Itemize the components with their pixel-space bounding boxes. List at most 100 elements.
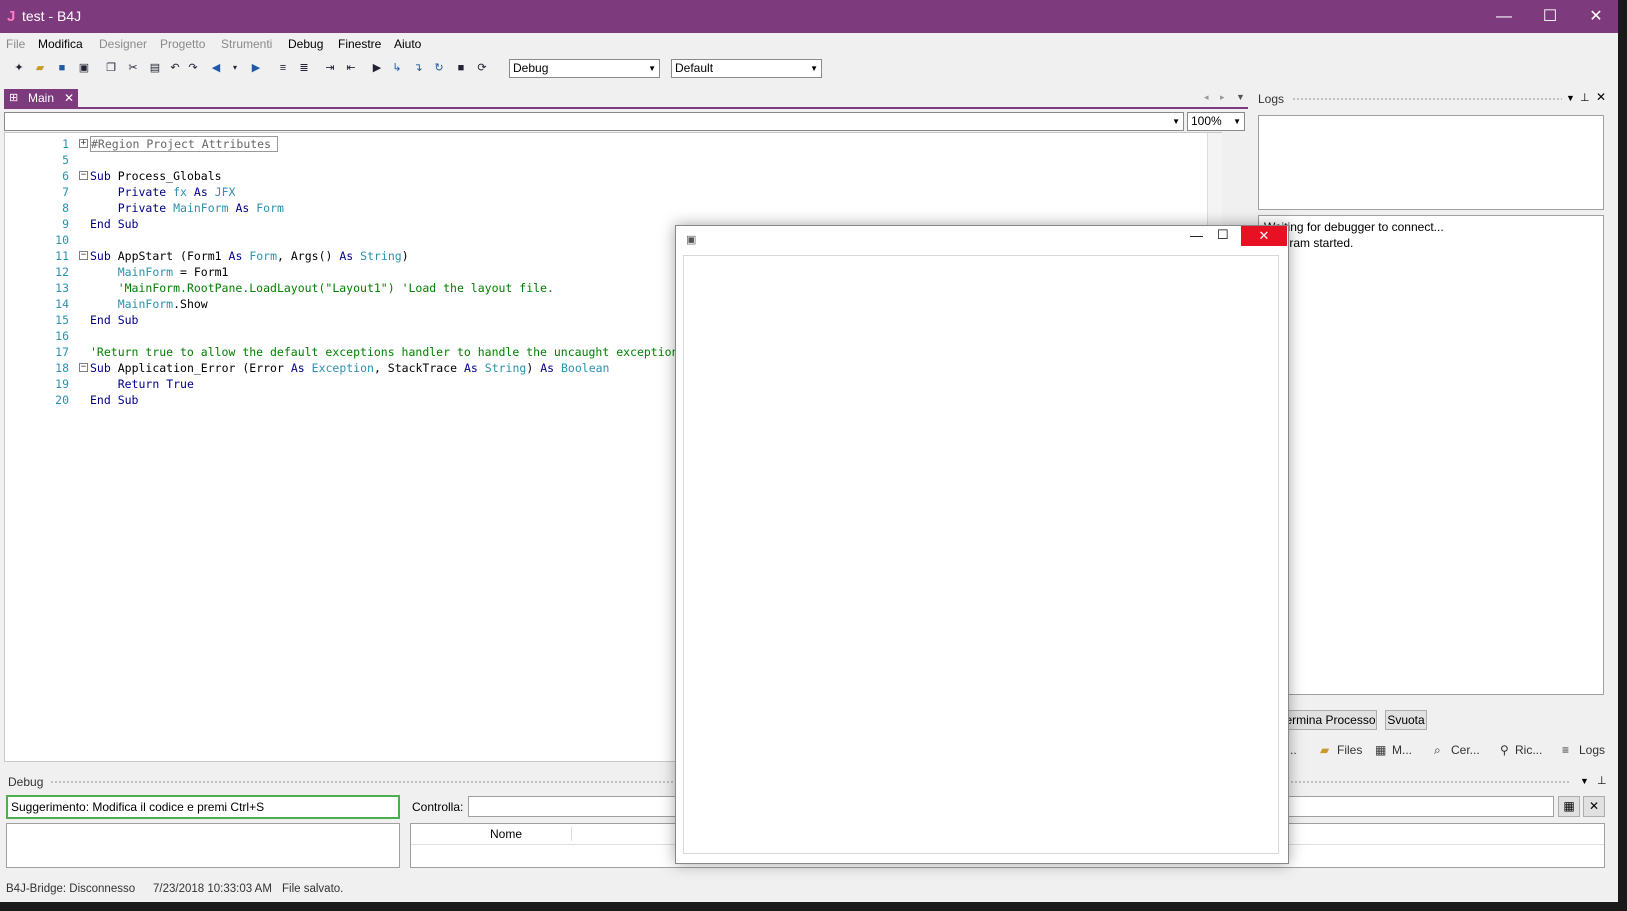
chevron-down-icon: ▼ — [648, 64, 656, 73]
navigate-back-icon[interactable]: ◀ — [209, 61, 223, 75]
tab-find[interactable]: Ric... — [1515, 743, 1542, 757]
sub-selector-select[interactable]: ▼ — [4, 112, 1184, 131]
build-config-value: Debug — [513, 61, 549, 75]
code-line: 'MainForm.RootPane.LoadLayout("Layout1")… — [117, 281, 554, 295]
status-message: File salvato. — [282, 883, 344, 895]
run-icon[interactable]: ▶ — [370, 61, 384, 75]
line-number: 8 — [62, 201, 69, 215]
form-minimize-button[interactable]: — — [1190, 228, 1203, 243]
redo-icon[interactable]: ↷ — [186, 61, 200, 75]
expand-region-icon[interactable]: + — [79, 139, 88, 148]
status-timestamp: 7/23/2018 10:33:03 AM — [153, 883, 272, 895]
chevron-down-icon: ▼ — [810, 64, 818, 73]
close-button[interactable]: ✕ — [1573, 0, 1618, 33]
tab-search[interactable]: Cer... — [1451, 743, 1480, 757]
tab-main[interactable]: ⊞ Main ✕ — [4, 89, 78, 107]
collapse-icon[interactable]: − — [79, 363, 88, 372]
collapse-icon[interactable]: − — [79, 251, 88, 260]
minimize-button[interactable]: — — [1481, 0, 1527, 33]
line-number: 18 — [55, 361, 69, 375]
restart-icon[interactable]: ⟳ — [475, 61, 489, 75]
menu-finestre[interactable]: Finestre — [338, 37, 381, 51]
code-line: Sub AppStart (Form1 As Form, Args() As S… — [90, 249, 409, 263]
debug-variables-box[interactable] — [6, 823, 400, 868]
step-in-icon[interactable]: ↳ — [390, 61, 404, 75]
clear-logs-button[interactable]: Svuota — [1385, 710, 1427, 730]
tab-list-icon[interactable]: ▼ — [1236, 92, 1245, 102]
tab-scroll-left-icon[interactable]: ◂ — [1204, 92, 1209, 103]
tab-libraries[interactable]: M... — [1392, 743, 1412, 757]
logs-filter-box[interactable] — [1258, 115, 1604, 210]
platform-select[interactable]: Default ▼ — [671, 59, 822, 78]
line-number: 1 — [62, 137, 69, 151]
line-number: 12 — [55, 265, 69, 279]
tab-logs[interactable]: Logs — [1579, 743, 1605, 757]
line-number: 20 — [55, 393, 69, 407]
collapsed-region[interactable]: #Region Project Attributes — [90, 136, 279, 152]
menu-debug[interactable]: Debug — [288, 37, 323, 51]
tab-underline — [4, 107, 1248, 109]
panel-close-icon[interactable]: ✕ — [1596, 90, 1606, 104]
status-bar: B4J-Bridge: Disconnesso 7/23/2018 10:33:… — [0, 878, 1618, 902]
undo-icon[interactable]: ↶ — [168, 61, 182, 75]
cut-icon[interactable]: ✂ — [126, 61, 140, 75]
menu-aiuto[interactable]: Aiuto — [394, 37, 421, 51]
maximize-button[interactable]: ☐ — [1527, 0, 1573, 33]
code-line: Sub Process_Globals — [90, 169, 222, 183]
menu-strumenti[interactable]: Strumenti — [221, 37, 272, 51]
debug-panel-title: Debug — [8, 775, 44, 789]
window-title: test - B4J — [22, 8, 82, 24]
menu-progetto[interactable]: Progetto — [160, 37, 205, 51]
logs-output[interactable]: Waiting for debugger to connect... Progr… — [1258, 215, 1604, 695]
code-line: End Sub — [90, 313, 139, 327]
panel-menu-icon[interactable]: ▼ — [1580, 776, 1589, 786]
navigate-forward-icon[interactable]: ▶ — [249, 61, 263, 75]
bridge-status: B4J-Bridge: Disconnesso — [6, 883, 136, 895]
line-number: 7 — [62, 185, 69, 199]
paste-icon[interactable]: ▤ — [148, 61, 162, 75]
zoom-select[interactable]: 100% ▼ — [1187, 112, 1245, 131]
calculator-icon[interactable]: ▦ — [1558, 796, 1580, 817]
app-logo-icon: J — [7, 8, 16, 25]
app-form-window[interactable]: ▣ — ☐ ✕ — [675, 225, 1289, 864]
outdent-icon[interactable]: ⇤ — [344, 61, 358, 75]
indent-icon[interactable]: ⇥ — [323, 61, 337, 75]
pin-icon[interactable]: ⊥ — [1580, 91, 1590, 104]
save-icon[interactable]: ■ — [55, 61, 69, 75]
menu-file[interactable]: File — [6, 37, 25, 51]
build-config-select[interactable]: Debug ▼ — [509, 59, 660, 78]
panel-menu-icon[interactable]: ▼ — [1566, 93, 1575, 103]
form-maximize-button[interactable]: ☐ — [1217, 227, 1229, 243]
line-number: 9 — [62, 217, 69, 231]
save-all-icon[interactable]: ▣ — [77, 61, 91, 75]
tab-files[interactable]: Files — [1337, 743, 1362, 757]
open-folder-icon[interactable]: ▰ — [33, 61, 47, 75]
designer-icon: ⊞ — [9, 92, 19, 104]
form-icon: ▣ — [686, 234, 697, 246]
tab-scroll-right-icon[interactable]: ▸ — [1220, 92, 1225, 103]
form-close-button[interactable]: ✕ — [1241, 226, 1287, 246]
menu-designer[interactable]: Designer — [99, 37, 147, 51]
copy-icon[interactable]: ❐ — [104, 61, 118, 75]
step-over-icon[interactable]: ↴ — [411, 61, 425, 75]
menu-modifica[interactable]: Modifica — [38, 37, 83, 51]
uncomment-block-icon[interactable]: ≣ — [297, 61, 311, 75]
new-file-icon[interactable]: ✦ — [12, 61, 26, 75]
column-header-name[interactable]: Nome — [441, 827, 572, 841]
chevron-down-icon[interactable]: ▾ — [228, 61, 242, 75]
pin-icon[interactable]: ⊥ — [1597, 774, 1607, 787]
stop-icon[interactable]: ■ — [454, 61, 468, 75]
comment-block-icon[interactable]: ≡ — [276, 61, 290, 75]
line-number: 14 — [55, 297, 69, 311]
collapse-icon[interactable]: − — [79, 171, 88, 180]
clear-watch-icon[interactable]: ✕ — [1583, 796, 1605, 817]
form-content-area[interactable] — [683, 255, 1279, 854]
step-out-icon[interactable]: ↻ — [432, 61, 446, 75]
kill-process-button[interactable]: Termina Processo — [1278, 710, 1377, 730]
libraries-icon: ▦ — [1375, 743, 1387, 757]
tab-close-icon[interactable]: ✕ — [64, 89, 74, 107]
ide-window: J test - B4J — ☐ ✕ File Modifica Designe… — [0, 0, 1618, 902]
line-number: 13 — [55, 281, 69, 295]
code-line: End Sub — [90, 393, 139, 407]
code-line: MainForm = Form1 — [117, 265, 229, 279]
